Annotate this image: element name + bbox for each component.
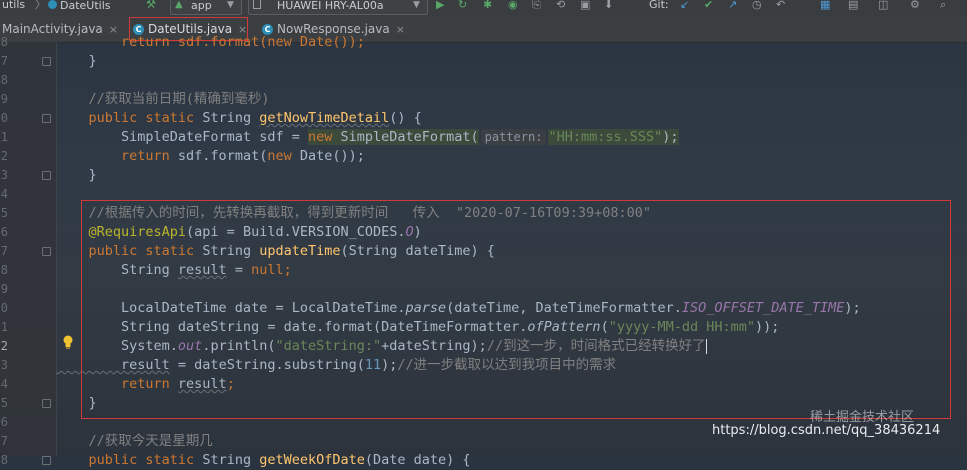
code-text: SimpleDateFormat sdf = xyxy=(56,129,308,145)
device-label: HUAWEI HRY-AL00a xyxy=(277,0,384,12)
history-icon[interactable]: ◷ xyxy=(752,0,762,10)
git-label: Git: xyxy=(649,0,669,11)
string-literal: "HH:mm:ss.SSS" xyxy=(548,129,663,145)
code-text: ); xyxy=(662,129,679,145)
avd-manager-icon[interactable]: ▣ xyxy=(580,0,590,10)
keyword: public static xyxy=(56,110,203,126)
device-dropdown[interactable]: HUAWEI HRY-AL00a ▼ xyxy=(248,0,428,15)
git-push-icon[interactable]: ↗ xyxy=(728,0,737,10)
code-line: //获取当前日期(精确到毫秒) xyxy=(56,90,270,109)
rollback-icon[interactable]: ↶ xyxy=(776,0,785,10)
watermark-badge: 稀土掘金技术社区 xyxy=(810,410,915,425)
hammer-icon[interactable]: ⚒ xyxy=(146,0,156,10)
gradle-sync-icon[interactable]: ⟲ xyxy=(556,0,565,10)
keyword: return xyxy=(56,148,178,164)
method-name: getWeekOfDate xyxy=(259,452,365,468)
method-name: getNowTimeDetail xyxy=(259,110,390,126)
lightbulb-icon[interactable] xyxy=(62,335,74,349)
highlight-annotation-box xyxy=(81,200,951,419)
breadcrumb-utils[interactable]: utils xyxy=(2,0,25,16)
breadcrumb-separator: 〉 xyxy=(35,0,46,11)
code-line: return sdf.format(new Date()); xyxy=(56,33,365,52)
close-icon[interactable]: × xyxy=(396,23,405,36)
top-toolbar: utils 〉 DateUtils ⚒ ▲ app ▼ HUAWEI HRY-A… xyxy=(0,0,967,16)
code-text: } xyxy=(56,167,97,183)
code-line: public static String getWeekOfDate(Date … xyxy=(56,451,471,470)
code-line: } xyxy=(56,166,97,185)
code-text: sdf.format( xyxy=(177,148,268,164)
keyword: new xyxy=(267,148,300,164)
keyword: public static xyxy=(56,452,203,468)
watermark-url: https://blog.csdn.net/qq_38436214 xyxy=(712,423,941,438)
device-file-explorer-icon[interactable]: ▤ xyxy=(848,0,858,10)
settings-icon[interactable]: ⚙ xyxy=(910,0,920,10)
apply-changes-icon[interactable]: ↻ xyxy=(458,0,467,10)
keyword: new xyxy=(307,129,341,145)
code-text: return sdf.format(new Date()); xyxy=(56,34,365,50)
code-line: } xyxy=(56,52,97,71)
search-icon[interactable]: ⌕ xyxy=(940,0,946,10)
code-line: public static String getNowTimeDetail() … xyxy=(56,109,422,128)
profile-icon[interactable]: ◉ xyxy=(508,0,518,10)
run-config-dropdown[interactable]: ▲ app ▼ xyxy=(170,0,242,15)
code-text: } xyxy=(56,53,97,69)
watermark: https://blog.csdn.net/qq_38436214 xyxy=(712,423,940,438)
chevron-down-icon: ▼ xyxy=(413,0,420,10)
attach-debugger-icon[interactable]: ⎘ xyxy=(532,0,541,10)
project-structure-icon[interactable]: ▦ xyxy=(820,0,830,10)
git-update-icon[interactable]: ↙ xyxy=(680,0,689,10)
code-text: () { xyxy=(389,110,422,126)
run-config-label: app xyxy=(191,0,212,12)
comment: //获取今天是星期几 xyxy=(56,433,213,449)
code-text: SimpleDateFormat( xyxy=(340,129,479,145)
device-icon xyxy=(253,0,261,9)
run-icon[interactable]: ▶ xyxy=(436,0,444,10)
debug-icon[interactable]: ✱ xyxy=(483,0,492,10)
breadcrumb-dateutils[interactable]: DateUtils xyxy=(48,0,111,16)
code-line: //获取今天是星期几 xyxy=(56,432,213,451)
chevron-down-icon: ▼ xyxy=(227,0,234,10)
sdk-manager-icon[interactable]: ⬇ xyxy=(604,0,613,10)
comment: //获取当前日期(精确到毫秒) xyxy=(56,91,270,107)
code-text: Date()); xyxy=(299,148,365,164)
code-text: (Date date) { xyxy=(364,452,471,468)
git-commit-icon[interactable]: ✔ xyxy=(704,0,713,10)
parameter-hint: pattern: xyxy=(480,129,547,145)
breadcrumb-dateutils-label: DateUtils xyxy=(60,0,111,12)
code-line: SimpleDateFormat sdf = new SimpleDateFor… xyxy=(56,128,679,147)
code-line: return sdf.format(new Date()); xyxy=(56,147,365,166)
code-text: String xyxy=(202,452,260,468)
fold-marker-icon[interactable] xyxy=(42,456,51,465)
android-icon: ▲ xyxy=(175,0,183,10)
code-text: String xyxy=(202,110,260,126)
layout-inspector-icon[interactable]: ◫ xyxy=(878,0,888,10)
